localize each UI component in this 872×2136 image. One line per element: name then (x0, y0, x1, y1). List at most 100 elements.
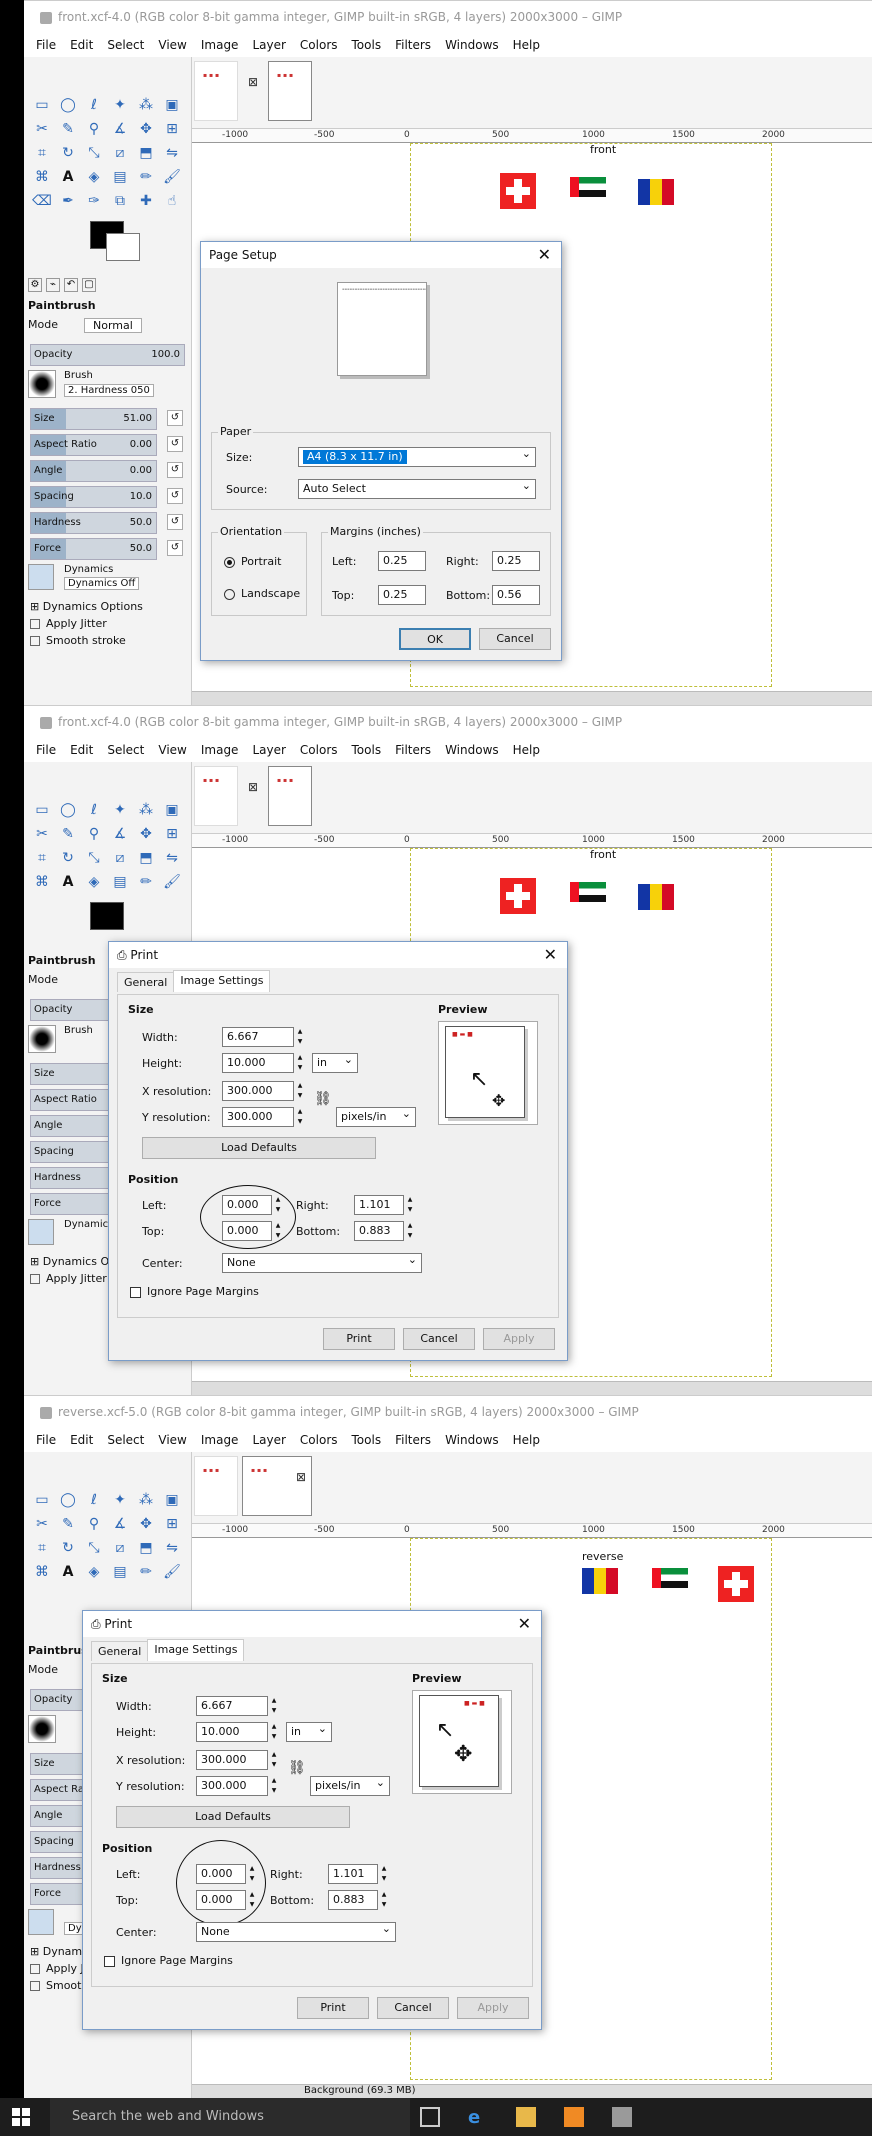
angle-row[interactable]: Angle 0.00 ↺ (28, 460, 187, 482)
menu-view[interactable]: View (158, 38, 186, 52)
top-margin-input[interactable]: 0.25 (378, 585, 426, 605)
left-margin-input[interactable]: 0.25 (378, 551, 426, 571)
menu-file[interactable]: File (36, 743, 56, 757)
menu-filters[interactable]: Filters (395, 38, 431, 52)
fuzzy-select-icon[interactable]: ✦ (110, 1490, 130, 1510)
menu-filters[interactable]: Filters (395, 1433, 431, 1447)
perspective-icon[interactable]: ⬒ (136, 143, 156, 163)
rotate-icon[interactable]: ↻ (58, 1538, 78, 1558)
cage-icon[interactable]: ⌘ (32, 167, 52, 187)
horizontal-scrollbar[interactable]: Background (69.3 MB) (192, 2084, 872, 2098)
paintbrush-icon[interactable]: 🖌 (162, 167, 182, 187)
menu-layer[interactable]: Layer (252, 743, 285, 757)
x-resolution-spinner-icon[interactable]: ▲ ▼ (296, 1081, 304, 1101)
ignore-margins-checkbox[interactable] (130, 1286, 141, 1298)
tab-image-settings[interactable]: Image Settings (173, 970, 271, 992)
menu-colors[interactable]: Colors (300, 1433, 338, 1447)
crop-icon[interactable]: ⌗ (32, 848, 52, 868)
width-spinner-icon[interactable]: ▲ ▼ (270, 1696, 278, 1716)
rect-select-icon[interactable]: ▭ (32, 1490, 52, 1510)
move-icon[interactable]: ✥ (136, 824, 156, 844)
close-icon[interactable]: ✕ (518, 1611, 531, 1637)
apply-jitter[interactable]: Apply Jitter (24, 615, 191, 632)
move-icon[interactable]: ✥ (136, 119, 156, 139)
y-resolution-input[interactable]: 300.000 (196, 1776, 268, 1796)
right-spinner-icon[interactable]: ▲ ▼ (380, 1864, 388, 1884)
menu-view[interactable]: View (158, 743, 186, 757)
center-select[interactable]: None (196, 1920, 396, 1942)
task-view-icon[interactable] (420, 2107, 440, 2127)
landscape-radio[interactable] (224, 588, 235, 600)
menu-colors[interactable]: Colors (300, 743, 338, 757)
shear-icon[interactable]: ⧄ (110, 848, 130, 868)
color-swatches[interactable] (24, 898, 191, 938)
cage-icon[interactable]: ⌘ (32, 1562, 52, 1582)
rotate-icon[interactable]: ↻ (58, 143, 78, 163)
height-input[interactable]: 10.000 (222, 1053, 294, 1073)
close-tab-icon[interactable]: ⊠ (296, 1470, 306, 1484)
image-thumb-front[interactable]: ▪ ▪ ▪ (194, 766, 238, 826)
landscape-option[interactable]: Landscape (224, 587, 300, 600)
paintbrush-icon[interactable]: 🖌 (162, 1562, 182, 1582)
image-thumb-reverse[interactable]: ▪ ▪ ▪ (242, 1456, 312, 1516)
shear-icon[interactable]: ⧄ (110, 143, 130, 163)
fuzzy-select-icon[interactable]: ✦ (110, 95, 130, 115)
menu-filters[interactable]: Filters (395, 743, 431, 757)
color-select-icon[interactable]: ⁂ (136, 1490, 156, 1510)
mode-select[interactable]: Normal (84, 318, 142, 333)
edge-icon[interactable]: e (468, 2107, 488, 2128)
bucket-icon[interactable]: ◈ (84, 167, 104, 187)
brush-preview-icon[interactable] (28, 1025, 56, 1053)
print-button[interactable]: Print (323, 1328, 395, 1350)
right-input[interactable]: 1.101 (328, 1864, 378, 1884)
zoom-icon[interactable]: ⚲ (84, 119, 104, 139)
resolution-unit-select[interactable]: pixels/in (310, 1774, 390, 1796)
ellipse-select-icon[interactable]: ◯ (58, 95, 78, 115)
eraser-icon[interactable]: ⌫ (32, 191, 52, 211)
flip-icon[interactable]: ⇋ (162, 143, 182, 163)
bottom-input[interactable]: 0.883 (328, 1890, 378, 1910)
unit-select[interactable]: in (286, 1720, 332, 1742)
airbrush-icon[interactable]: ✒ (58, 191, 78, 211)
crop-icon[interactable]: ⌗ (32, 143, 52, 163)
foreground-select-icon[interactable]: ▣ (162, 800, 182, 820)
tool-options-tab-icon[interactable]: ⚙ (28, 278, 42, 292)
horizontal-scrollbar[interactable] (192, 691, 872, 705)
pencil-icon[interactable]: ✏ (136, 167, 156, 187)
menu-help[interactable]: Help (513, 743, 540, 757)
right-input[interactable]: 1.101 (354, 1195, 404, 1215)
brush-preview-icon[interactable] (28, 370, 56, 398)
menu-windows[interactable]: Windows (445, 743, 499, 757)
menu-image[interactable]: Image (201, 38, 239, 52)
brush-row[interactable]: Brush 2. Hardness 050 (28, 370, 187, 404)
fuzzy-select-icon[interactable]: ✦ (110, 800, 130, 820)
dynamics-options[interactable]: ⊞ Dynamics Options (24, 598, 191, 615)
foreground-color[interactable] (90, 902, 124, 930)
ignore-margins-option[interactable]: Ignore Page Margins (104, 1954, 233, 1967)
tab-general[interactable]: General (91, 1641, 149, 1661)
menu-help[interactable]: Help (513, 38, 540, 52)
center-select[interactable]: None (222, 1251, 422, 1273)
smooth-stroke[interactable]: Smooth stroke (24, 632, 191, 649)
color-swatches[interactable] (24, 217, 191, 277)
cancel-button[interactable]: Cancel (479, 628, 551, 650)
ellipse-select-icon[interactable]: ◯ (58, 1490, 78, 1510)
bottom-input[interactable]: 0.883 (354, 1221, 404, 1241)
cancel-button[interactable]: Cancel (377, 1997, 449, 2019)
height-input[interactable]: 10.000 (196, 1722, 268, 1742)
align-icon[interactable]: ⊞ (162, 824, 182, 844)
menu-tools[interactable]: Tools (352, 38, 382, 52)
foreground-select-icon[interactable]: ▣ (162, 1490, 182, 1510)
text-icon[interactable]: A (58, 872, 78, 892)
aspect-row[interactable]: Aspect Ratio 0.00 ↺ (28, 434, 187, 456)
opacity-row[interactable]: Opacity 100.0 (28, 344, 187, 366)
perspective-icon[interactable]: ⬒ (136, 848, 156, 868)
portrait-radio[interactable] (224, 556, 235, 568)
width-spinner-icon[interactable]: ▲ ▼ (296, 1027, 304, 1047)
rect-select-icon[interactable]: ▭ (32, 95, 52, 115)
chain-link-icon[interactable]: ⛓ (314, 1091, 332, 1107)
ink-icon[interactable]: ✑ (84, 191, 104, 211)
tab-image-settings[interactable]: Image Settings (147, 1639, 245, 1661)
reset-aspect-icon[interactable]: ↺ (167, 436, 183, 452)
rotate-icon[interactable]: ↻ (58, 848, 78, 868)
